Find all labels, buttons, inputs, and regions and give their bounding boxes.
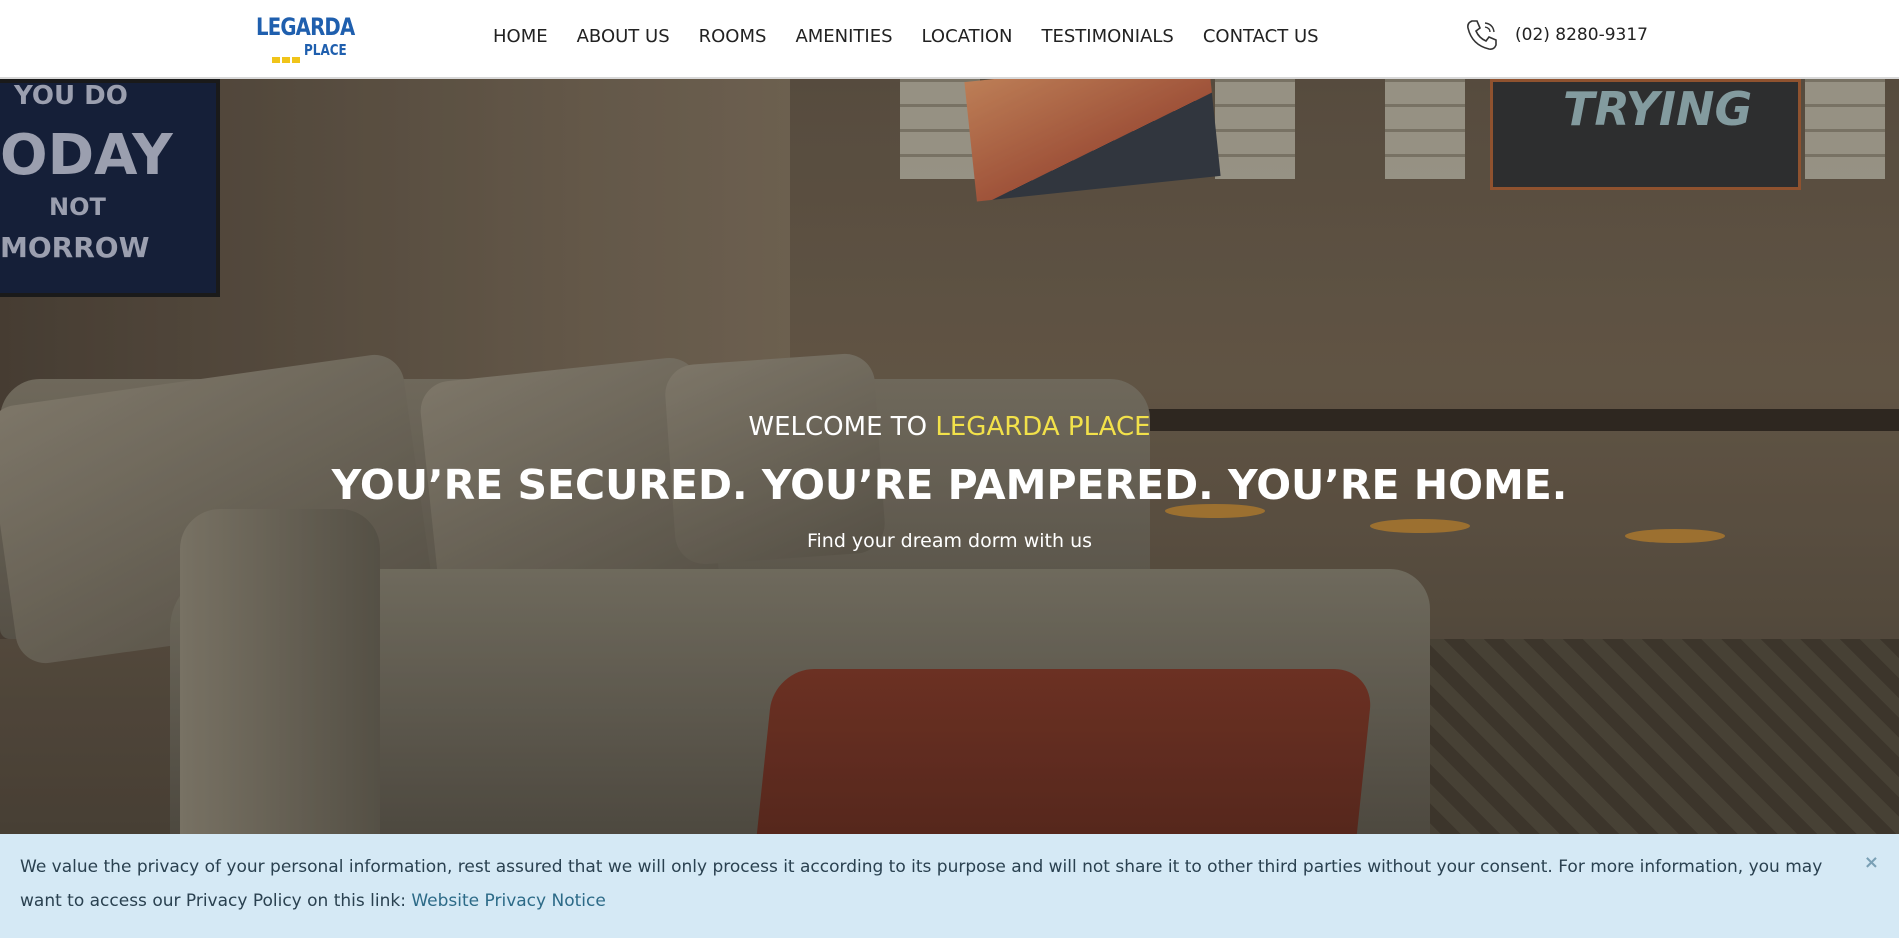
cookie-banner: We value the privacy of your personal in… bbox=[0, 834, 1899, 938]
logo-text-legarda: LEGARDA bbox=[256, 13, 355, 41]
cookie-banner-message: We value the privacy of your personal in… bbox=[20, 857, 1823, 911]
hero-subline: Find your dream dorm with us bbox=[806, 530, 1093, 552]
hero-section: YOU DO ODAY NOT MORROW TRYING WELCOME TO… bbox=[0, 79, 1899, 938]
site-logo[interactable]: LEGARDA PLACE bbox=[256, 14, 355, 63]
nav-rooms[interactable]: ROOMS bbox=[699, 22, 767, 52]
main-nav: HOME ABOUT US ROOMS AMENITIES LOCATION T… bbox=[493, 22, 1348, 52]
nav-about-us[interactable]: ABOUT US bbox=[577, 22, 670, 52]
nav-testimonials[interactable]: TESTIMONIALS bbox=[1042, 22, 1174, 52]
close-icon[interactable]: × bbox=[1864, 852, 1879, 873]
site-header: LEGARDA PLACE HOME ABOUT US ROOMS AMENIT… bbox=[0, 0, 1899, 79]
welcome-prefix: WELCOME TO bbox=[748, 412, 928, 442]
phone-icon bbox=[1467, 20, 1497, 50]
phone-number: (02) 8280-9317 bbox=[1515, 25, 1648, 45]
privacy-notice-link[interactable]: Website Privacy Notice bbox=[411, 891, 605, 911]
nav-home[interactable]: HOME bbox=[493, 22, 548, 52]
hero-welcome: WELCOME TO LEGARDA PLACE bbox=[0, 412, 1899, 442]
nav-amenities[interactable]: AMENITIES bbox=[795, 22, 892, 52]
hero-headline: YOU’RE SECURED. YOU’RE PAMPERED. YOU’RE … bbox=[331, 461, 1568, 509]
welcome-brand: LEGARDA PLACE bbox=[935, 412, 1151, 442]
cookie-banner-text: We value the privacy of your personal in… bbox=[20, 850, 1830, 918]
nav-location[interactable]: LOCATION bbox=[922, 22, 1013, 52]
nav-contact-us[interactable]: CONTACT US bbox=[1203, 22, 1319, 52]
logo-dots bbox=[272, 48, 302, 67]
logo-text-place: PLACE bbox=[304, 41, 347, 59]
header-phone[interactable]: (02) 8280-9317 bbox=[1462, 15, 1648, 55]
